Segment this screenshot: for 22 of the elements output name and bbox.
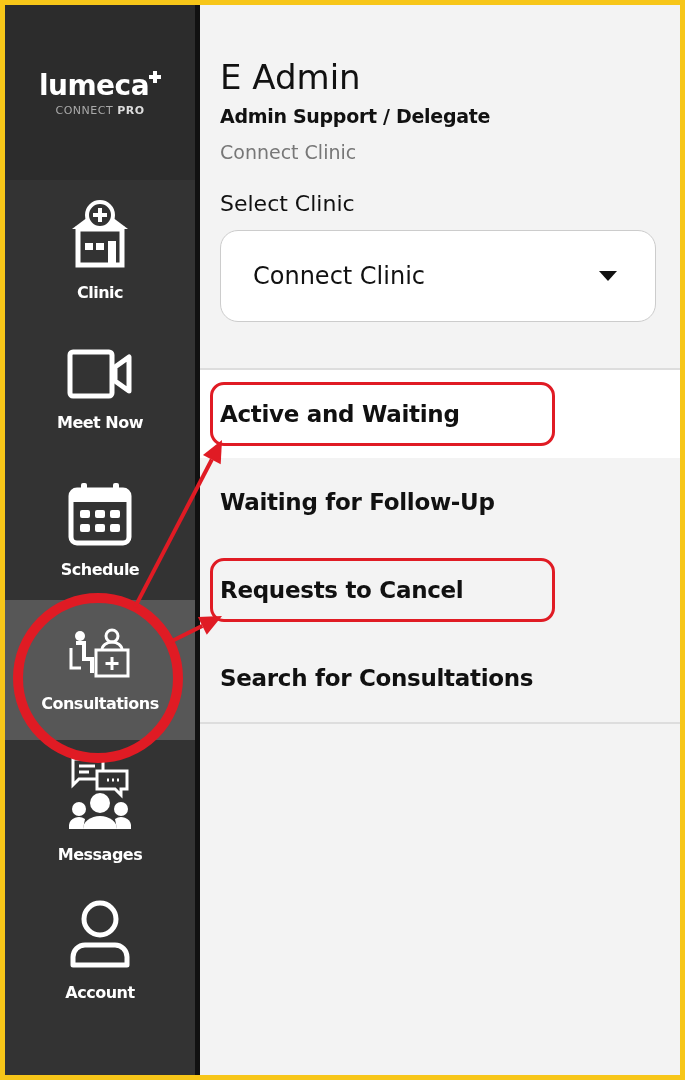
caret-icon — [599, 271, 617, 281]
current-clinic: Connect Clinic — [220, 141, 357, 163]
video-camera-icon — [67, 348, 133, 399]
user-role: Admin Support / Delegate — [220, 105, 491, 127]
group-chat-icon — [67, 756, 133, 831]
sidebar-item[interactable]: Meet Now — [5, 320, 195, 460]
logo-wordmark: lumeca — [38, 68, 150, 102]
menu-item[interactable]: Search for Consultations — [200, 634, 680, 722]
menu-item[interactable]: Waiting for Follow-Up — [200, 458, 680, 546]
field-label: Select Clinic — [220, 191, 355, 216]
sidebar-item[interactable]: Account — [5, 880, 195, 1020]
menu-item[interactable]: Active and Waiting — [200, 370, 680, 458]
sidebar-item[interactable]: Schedule — [5, 460, 195, 600]
calendar-icon — [67, 481, 133, 546]
sidebar-item[interactable]: Clinic — [5, 180, 195, 320]
user-name: E Admin — [220, 57, 361, 97]
logo-tagline: CONNECT PRO — [55, 103, 145, 117]
consultation-desk-icon — [68, 627, 132, 680]
clinic-dropdown[interactable]: Connect Clinic — [220, 230, 656, 322]
sidebar-item[interactable]: Messages — [5, 740, 195, 880]
menu-item[interactable]: Requests to Cancel — [200, 546, 680, 634]
plus-icon — [149, 70, 162, 83]
